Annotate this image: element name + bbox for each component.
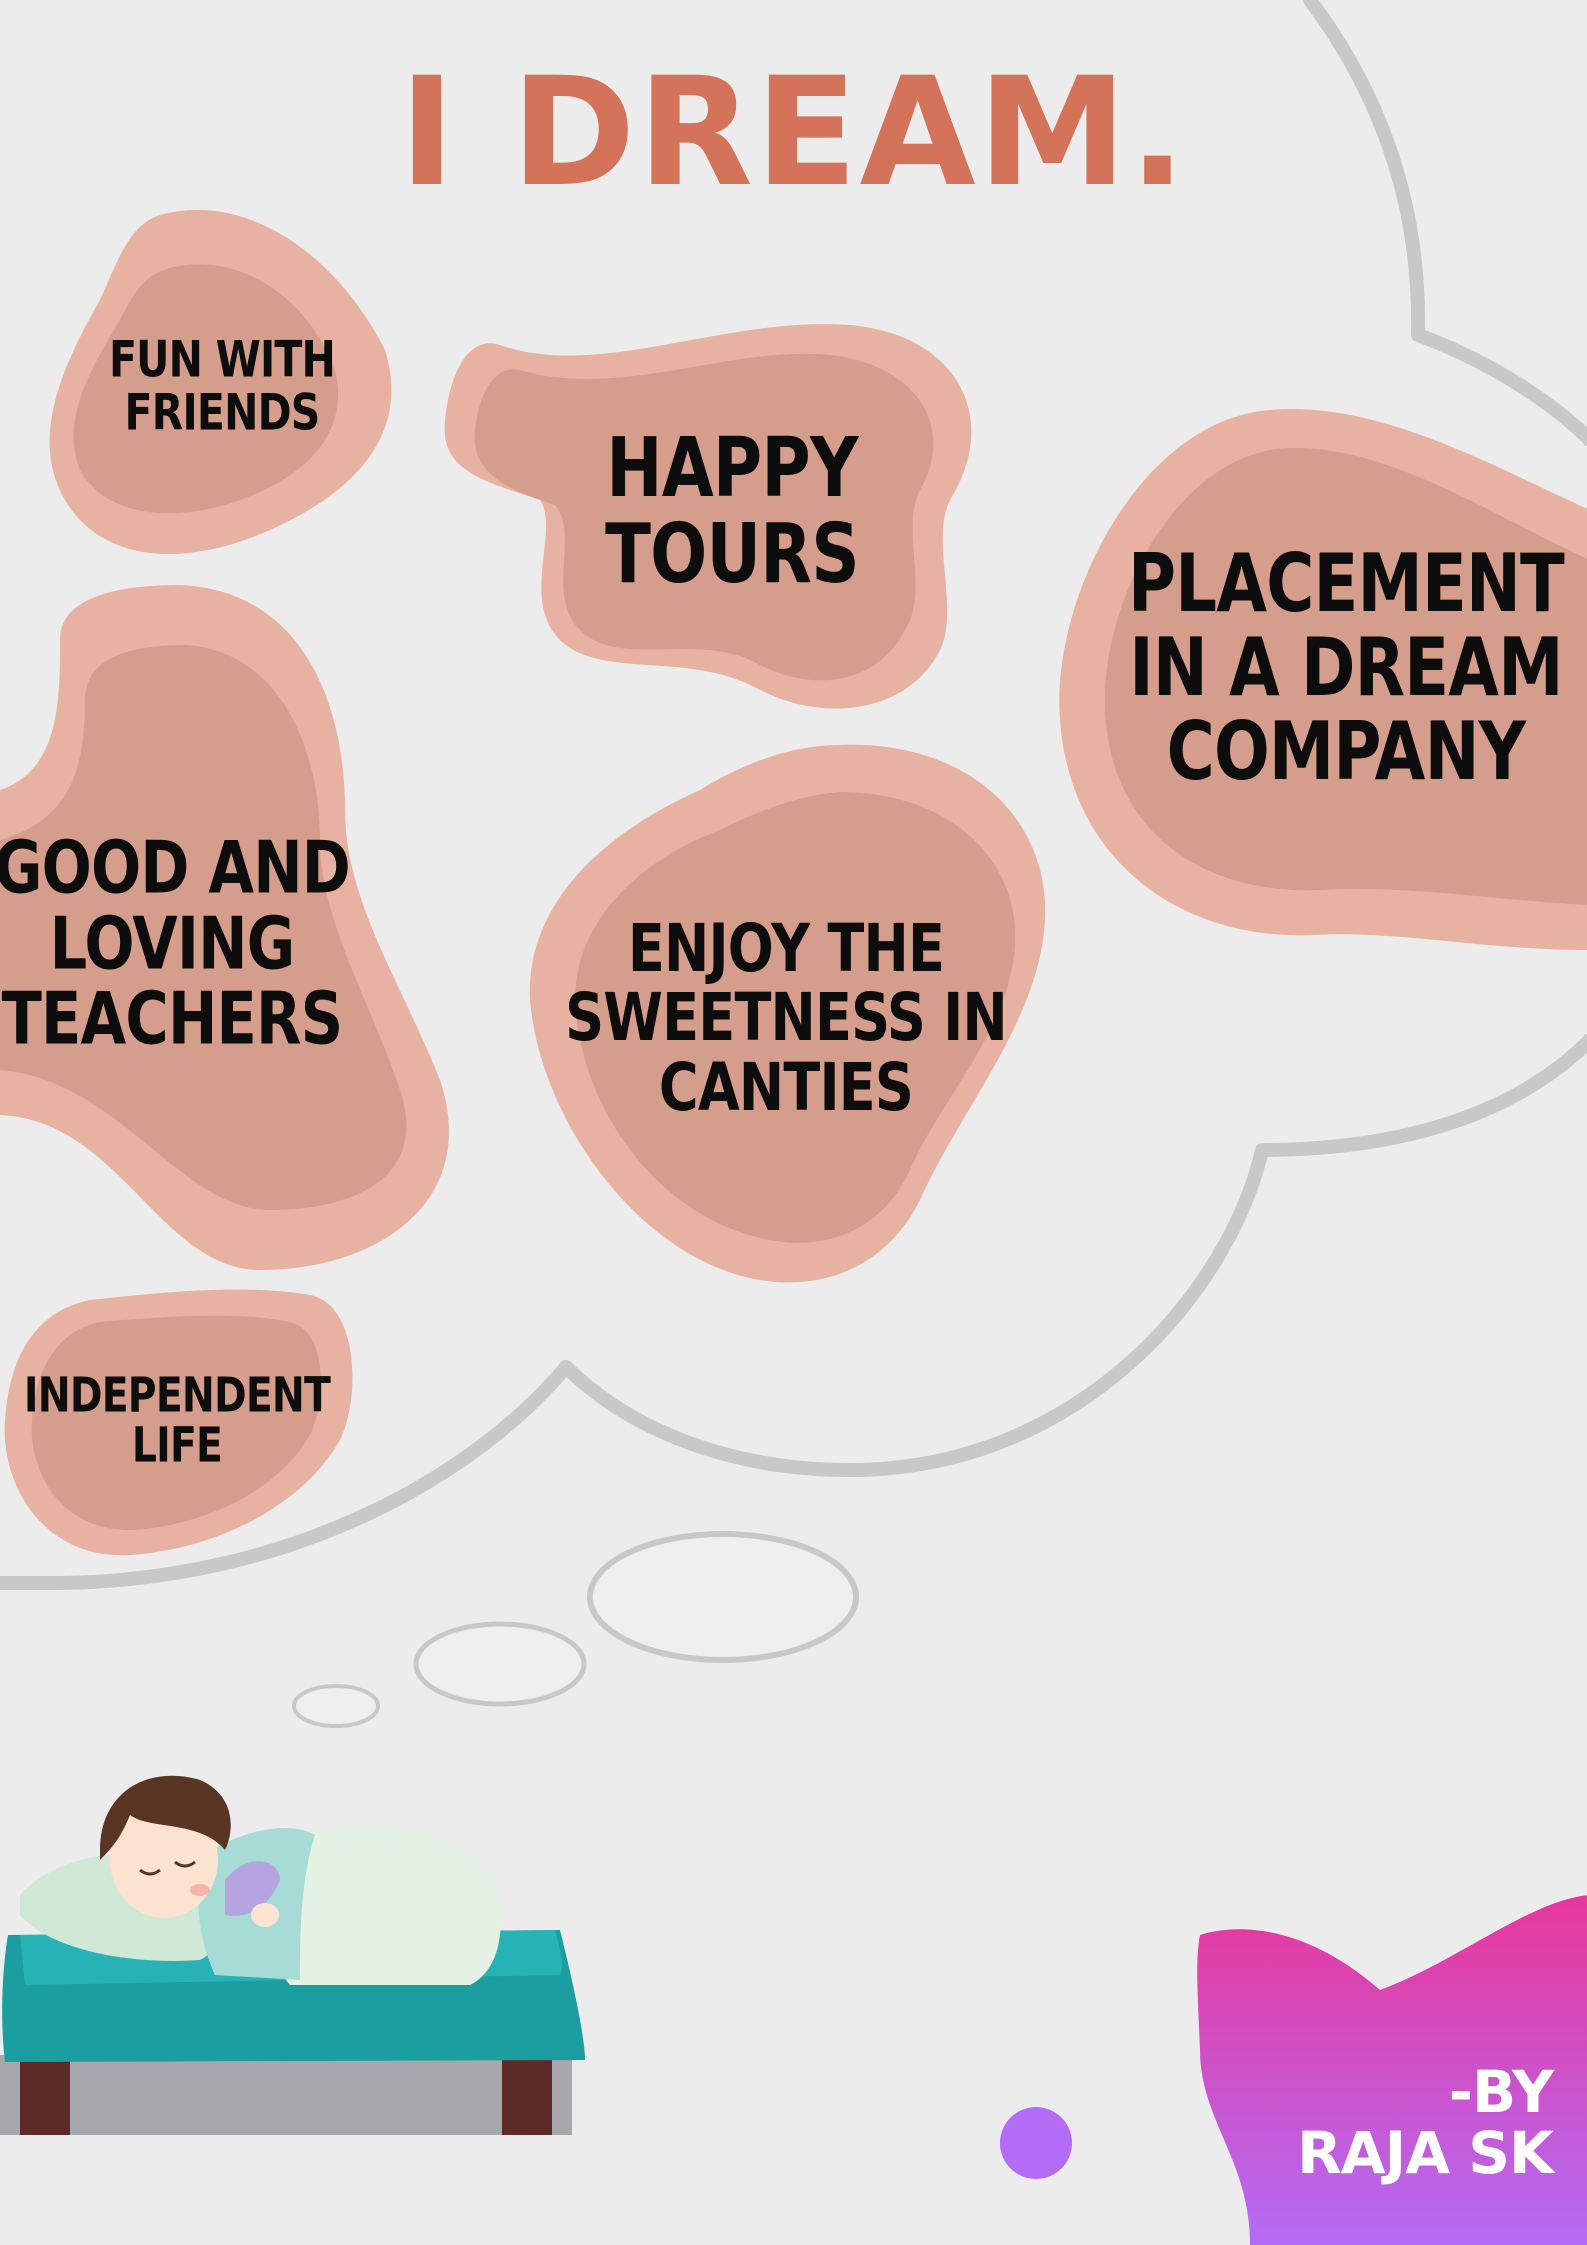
- dream-label-placement: PLACEMENT IN A DREAM COMPANY: [1128, 537, 1565, 798]
- dream-label-independent-life: INDEPENDENT LIFE: [23, 1367, 331, 1474]
- poster: I DREAM. FUN WITH FRIENDS HAPPY TOURS PL…: [0, 0, 1587, 2245]
- author-credit: -BY RAJA SK: [1297, 2058, 1554, 2187]
- dream-label-fun-with-friends: FUN WITH FRIENDS: [108, 330, 336, 441]
- sleeping-boy-in-bed-icon: [0, 1775, 586, 2135]
- dream-label-enjoy-sweetness: ENJOY THE SWEETNESS IN CANTIES: [565, 910, 1008, 1126]
- thought-bubble-small-icon: [292, 1684, 380, 1728]
- purple-dot-icon: [1000, 2107, 1072, 2179]
- thought-bubble-medium-icon: [413, 1621, 587, 1707]
- dream-label-good-teachers: GOOD AND LOVING TEACHERS: [0, 825, 351, 1061]
- page-title: I DREAM.: [399, 46, 1188, 220]
- thought-bubble-large-icon: [587, 1531, 859, 1663]
- dream-label-happy-tours: HAPPY TOURS: [605, 420, 860, 602]
